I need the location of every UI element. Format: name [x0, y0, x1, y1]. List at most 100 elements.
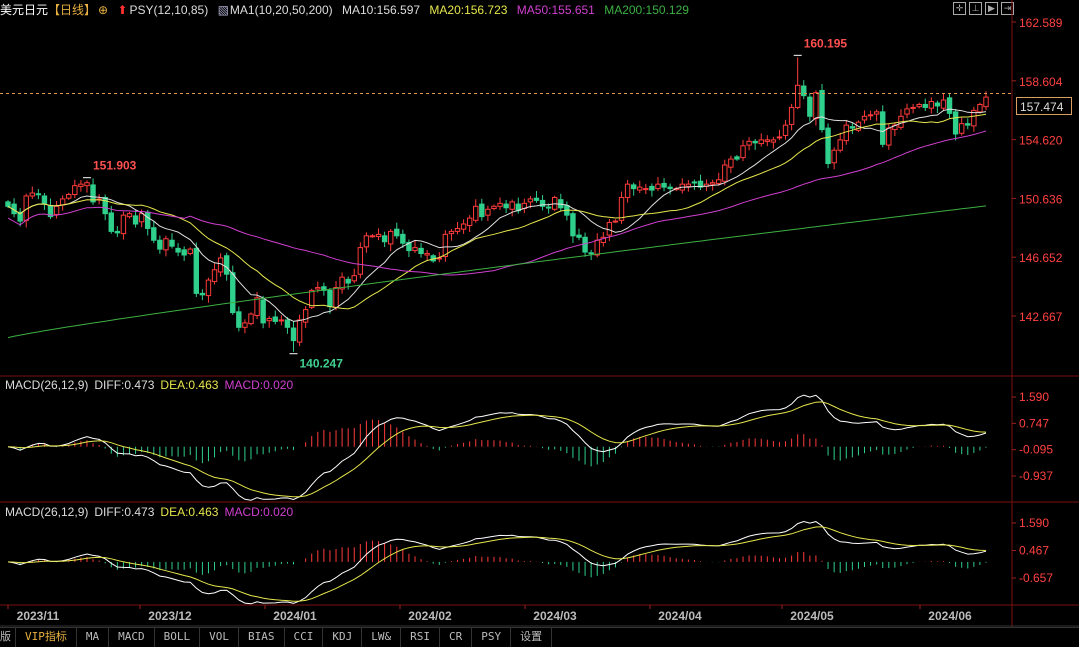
- candle-body: [375, 233, 382, 238]
- candle: [339, 272, 345, 294]
- candle-body: [114, 230, 121, 234]
- candle-body: [959, 123, 965, 134]
- candle: [752, 139, 758, 150]
- tab-11[interactable]: CR: [440, 628, 473, 647]
- candle: [728, 155, 734, 174]
- candle-body: [843, 124, 849, 142]
- candle: [904, 103, 910, 119]
- extreme-label: 140.247: [300, 357, 344, 371]
- candle-body: [630, 184, 637, 190]
- candle-body: [157, 239, 163, 250]
- x-tick-label: 2023/11: [17, 609, 60, 623]
- tab-6[interactable]: BIAS: [239, 628, 285, 647]
- tab-13[interactable]: 设置: [511, 628, 553, 647]
- tab-8[interactable]: KDJ: [323, 628, 363, 647]
- tab-7[interactable]: CCI: [285, 628, 324, 647]
- candle: [509, 199, 515, 217]
- candle: [266, 316, 272, 328]
- candle: [193, 242, 200, 297]
- candle-body: [527, 198, 534, 203]
- candle: [740, 139, 746, 162]
- candle: [132, 209, 139, 228]
- candle-body: [394, 228, 400, 237]
- candle: [873, 109, 880, 122]
- macd-tick-label: 1.590: [1019, 516, 1049, 530]
- candle-body: [910, 106, 916, 109]
- candle: [157, 235, 163, 254]
- macd-tick-label: 1.590: [1019, 390, 1049, 404]
- candle: [302, 306, 309, 329]
- candle: [412, 240, 418, 253]
- candle-body: [29, 192, 35, 197]
- candle: [691, 179, 698, 190]
- diff-line: [7, 394, 987, 501]
- candle: [290, 320, 297, 352]
- candle: [35, 189, 42, 200]
- candle-body: [886, 127, 892, 146]
- candle: [466, 215, 473, 232]
- candle: [90, 178, 96, 205]
- tab-1[interactable]: VIP指标: [16, 628, 77, 647]
- candle-body: [181, 249, 187, 256]
- candle: [959, 116, 965, 136]
- candle-body: [485, 208, 491, 216]
- candle-body: [861, 115, 868, 121]
- candle: [375, 228, 382, 241]
- extreme-label: 160.195: [804, 36, 848, 50]
- candlestick-chart[interactable]: 162.589 158.604 154.620 150.636 146.652 142.6…: [0, 0, 1079, 646]
- candle: [145, 209, 151, 236]
- candle-body: [90, 184, 96, 203]
- candle: [78, 180, 84, 192]
- candle: [946, 93, 953, 119]
- tab-3[interactable]: MACD: [109, 628, 155, 647]
- candle-body: [302, 309, 309, 323]
- tab-4[interactable]: BOLL: [155, 628, 201, 647]
- candle-body: [460, 223, 467, 230]
- candle: [114, 226, 121, 238]
- macd-title: MACD(26,12,9): [5, 505, 89, 519]
- candle-body: [479, 203, 485, 218]
- candle-body: [576, 234, 582, 238]
- candle: [965, 118, 971, 130]
- candle: [788, 103, 795, 131]
- tab-12[interactable]: PSY: [472, 628, 512, 647]
- candle: [630, 182, 637, 196]
- candle-body: [418, 247, 424, 255]
- candle: [576, 228, 582, 241]
- candle: [175, 243, 181, 257]
- candle-body: [151, 227, 157, 241]
- macd-tick-label: 0.467: [1019, 543, 1049, 557]
- y-tick-label: 162.589: [1019, 16, 1063, 30]
- candle-body: [649, 185, 655, 191]
- candle-body: [296, 319, 303, 343]
- candle: [685, 180, 692, 192]
- candle-body: [454, 227, 461, 232]
- tab-2[interactable]: MA: [77, 628, 110, 647]
- candle-body: [163, 238, 169, 251]
- candle-body: [254, 297, 260, 317]
- candle: [801, 80, 807, 100]
- candle-body: [230, 272, 236, 314]
- candle-body: [120, 214, 127, 235]
- tab-10[interactable]: RSI: [401, 628, 440, 647]
- candle: [41, 193, 48, 210]
- macd-header-1: MACD(26,12,9) DIFF:0.473 DEA:0.463 MACD:0.0…: [5, 378, 299, 392]
- candle: [649, 183, 655, 197]
- tab-0[interactable]: 版: [0, 628, 16, 647]
- candle-body: [643, 188, 649, 191]
- candle-body: [770, 139, 777, 143]
- diff-value: DIFF:0.473: [94, 505, 155, 519]
- tab-9[interactable]: LW&: [362, 628, 402, 647]
- candle-body: [84, 182, 90, 187]
- candle: [424, 249, 430, 261]
- candle: [655, 177, 661, 191]
- candle: [363, 232, 370, 253]
- candle-body: [934, 102, 941, 107]
- candle-body: [952, 111, 959, 135]
- candle-body: [825, 127, 831, 165]
- candle-body: [618, 196, 625, 221]
- tab-5[interactable]: VOL: [200, 628, 239, 647]
- candle: [861, 110, 868, 124]
- candle: [770, 136, 777, 149]
- y-tick-label: 146.652: [1019, 251, 1063, 265]
